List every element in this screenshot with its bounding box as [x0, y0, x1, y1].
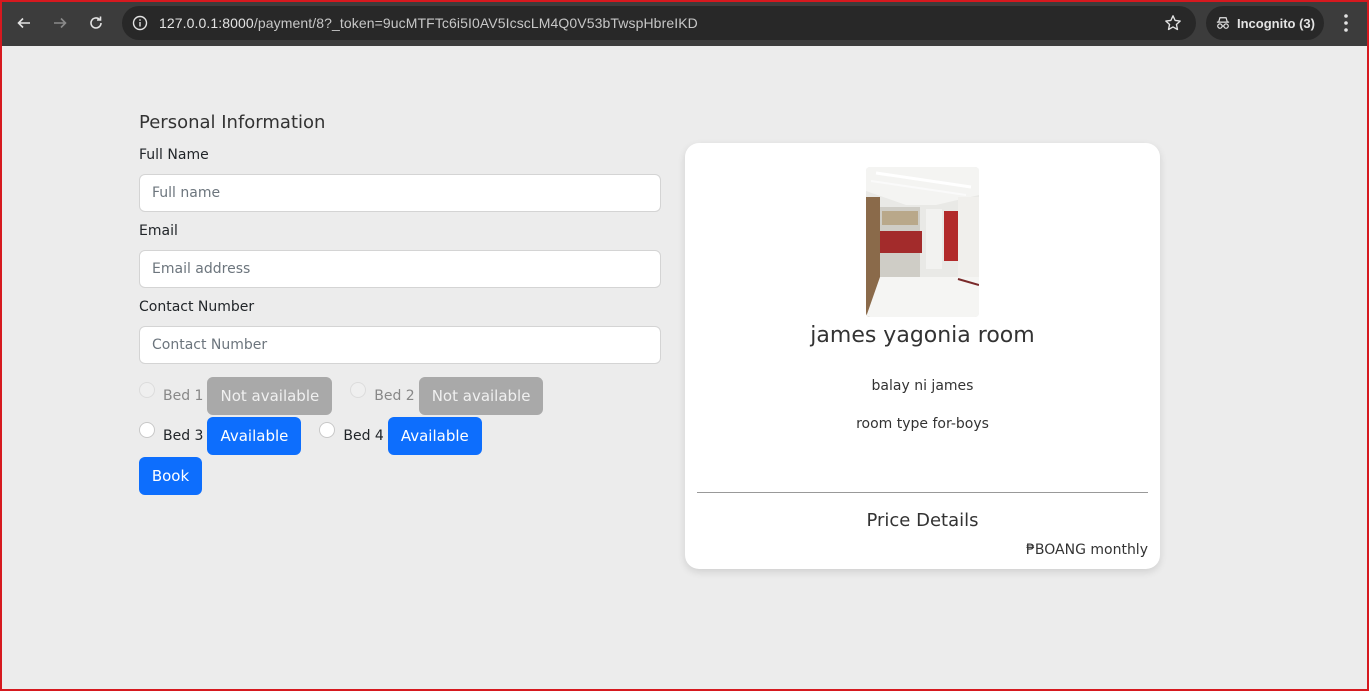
- bed-row: Bed 3 Available Bed 4 Available: [139, 417, 661, 455]
- bed-2-radio: [350, 382, 367, 398]
- forward-button[interactable]: [48, 11, 72, 35]
- url-host: 127.0.0.1:8000: [159, 15, 254, 31]
- arrow-left-icon: [17, 17, 30, 29]
- room-description: balay ni james: [871, 378, 974, 394]
- bed-option-2: Bed 2 Not available: [350, 377, 544, 415]
- url-path: /payment/8?_token=9ucMTFTc6i5I0AV5IcscLM…: [253, 15, 698, 31]
- full-name-input[interactable]: [139, 174, 661, 212]
- bed-1-label: Bed 1: [163, 388, 204, 404]
- bed-row: Bed 1 Not available Bed 2 Not available: [139, 377, 661, 415]
- back-button[interactable]: [12, 11, 36, 35]
- room-card: james yagonia room balay ni james room t…: [685, 143, 1160, 569]
- email-input[interactable]: [139, 250, 661, 288]
- bed-2-status-button: Not available: [418, 377, 544, 415]
- book-button[interactable]: Book: [139, 457, 202, 495]
- incognito-indicator[interactable]: Incognito (3): [1206, 6, 1324, 40]
- site-info-icon[interactable]: [129, 12, 151, 34]
- bed-2-label: Bed 2: [374, 388, 415, 404]
- bed-option-1: Bed 1 Not available: [139, 377, 333, 415]
- reload-button[interactable]: [84, 11, 108, 35]
- room-photo: [866, 167, 979, 317]
- bed-option-4: Bed 4 Available: [319, 417, 482, 455]
- section-title: Personal Information: [139, 112, 326, 133]
- bed-3-status-button[interactable]: Available: [207, 417, 302, 455]
- contact-number-label: Contact Number: [139, 299, 255, 315]
- bed-1-status-button: Not available: [207, 377, 333, 415]
- arrow-right-icon: [54, 17, 67, 29]
- bed-4-radio[interactable]: [319, 422, 336, 438]
- url-text[interactable]: 127.0.0.1:8000/payment/8?_token=9ucMTFTc…: [159, 15, 698, 31]
- reload-icon: [90, 16, 102, 29]
- bed-option-3: Bed 3 Available: [139, 417, 302, 455]
- incognito-label: Incognito (3): [1237, 15, 1315, 31]
- full-name-label: Full Name: [139, 147, 209, 163]
- browser-toolbar: 127.0.0.1:8000/payment/8?_token=9ucMTFTc…: [0, 0, 1369, 46]
- bed-4-label[interactable]: Bed 4: [343, 428, 383, 444]
- incognito-icon: [1216, 17, 1230, 29]
- more-menu-icon[interactable]: [1338, 13, 1354, 33]
- price-value: ₱BOANG monthly: [1025, 542, 1148, 558]
- bed-selection: Bed 1 Not available Bed 2 Not available …: [139, 377, 661, 457]
- price-details-title: Price Details: [866, 510, 979, 531]
- bed-1-radio: [139, 382, 155, 398]
- card-divider: [697, 492, 1148, 493]
- bed-3-label[interactable]: Bed 3: [163, 428, 203, 444]
- bed-4-status-button[interactable]: Available: [387, 417, 482, 455]
- personal-info-form: Personal Information Full Name Email Con…: [139, 110, 661, 364]
- room-type: room type for-boys: [856, 416, 989, 432]
- contact-number-input[interactable]: [139, 326, 661, 364]
- bookmark-star-icon[interactable]: [1164, 14, 1182, 32]
- email-label: Email: [139, 223, 178, 239]
- bed-3-radio[interactable]: [139, 422, 155, 438]
- room-name: james yagonia room: [810, 323, 1035, 348]
- address-bar[interactable]: 127.0.0.1:8000/payment/8?_token=9ucMTFTc…: [122, 6, 1196, 40]
